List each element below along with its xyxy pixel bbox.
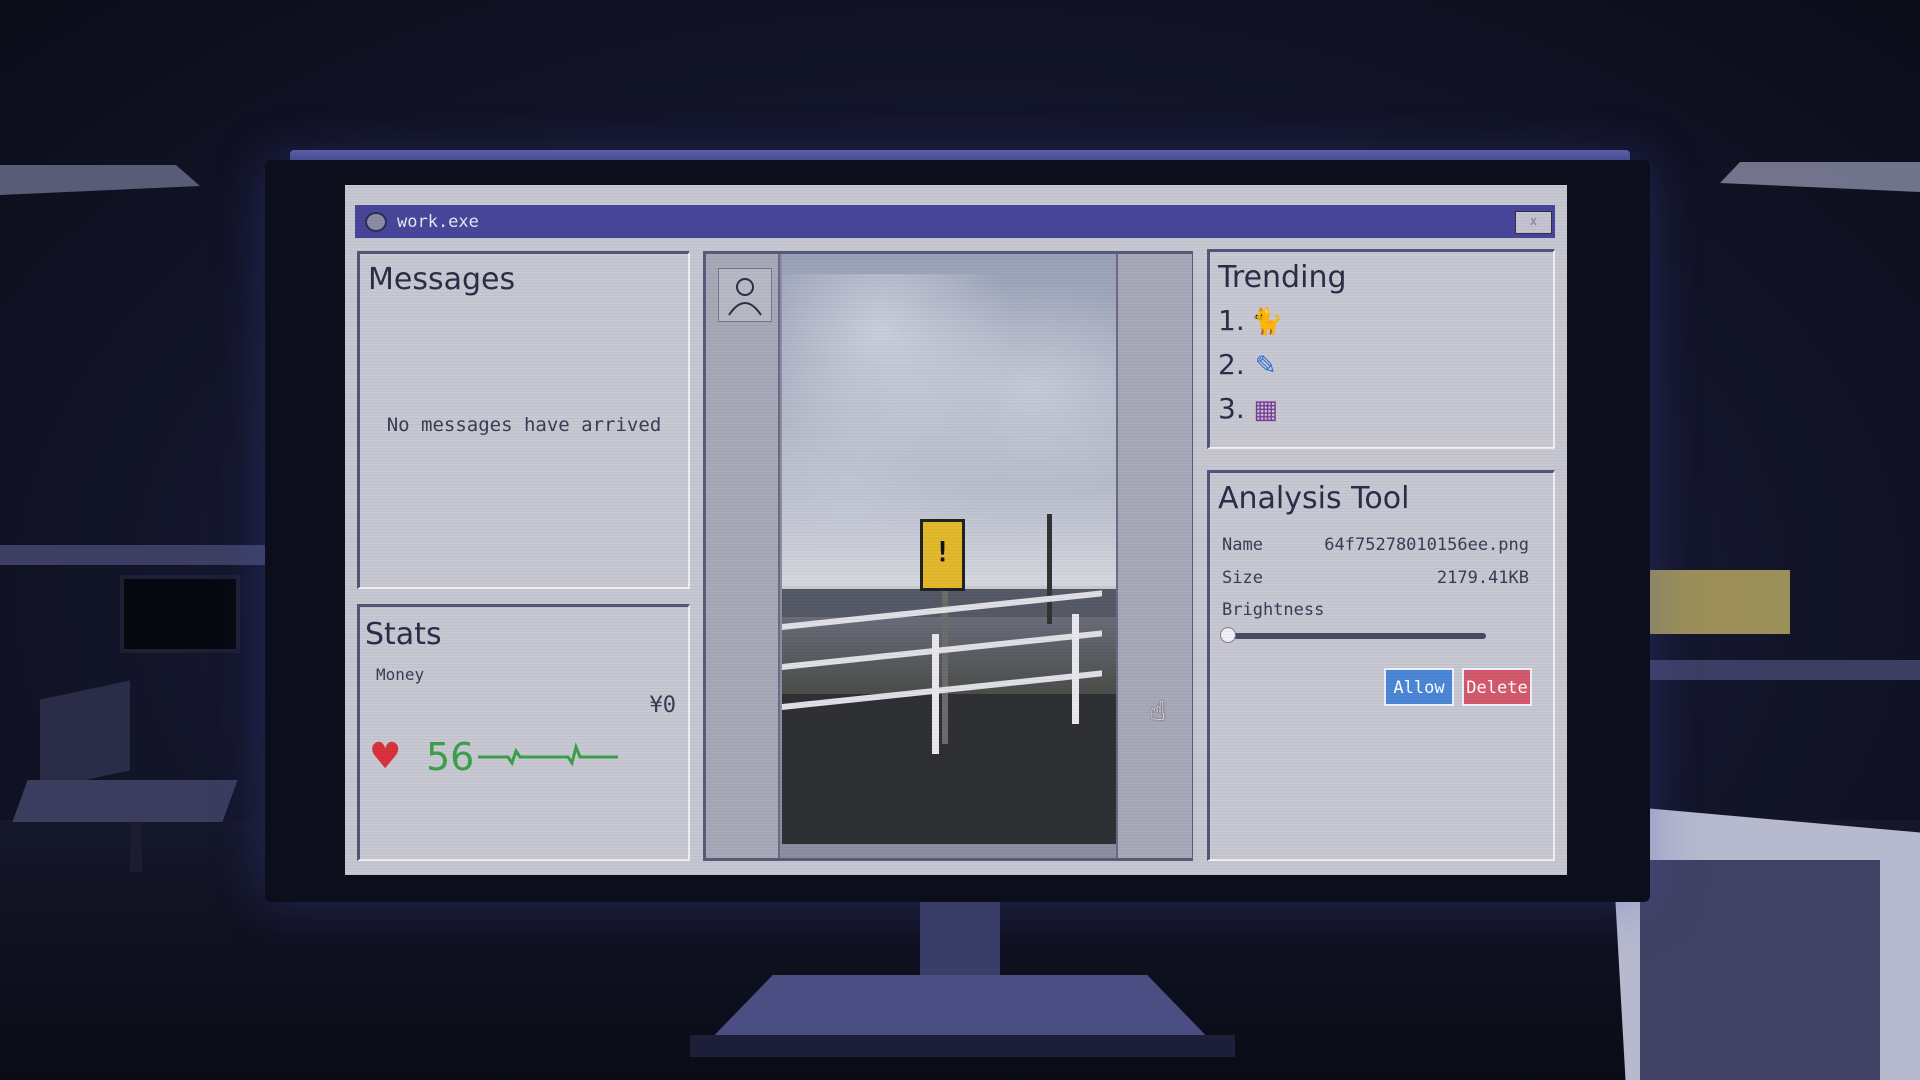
screen: work.exe x Messages No messages have arr… [345,185,1567,875]
file-name-label: Name [1222,535,1263,555]
messages-empty-text: No messages have arrived [386,414,662,436]
brightness-label: Brightness [1222,600,1325,620]
trending-item[interactable]: 1. 🐈 [1218,304,1284,337]
book-stack-icon: ▦ [1253,395,1278,425]
close-button[interactable]: x [1515,211,1552,234]
trending-title: Trending [1218,260,1347,295]
photo-ground [782,694,1116,844]
window-title: work.exe [397,212,479,232]
photo-railing-post [1072,614,1079,724]
monitor-stand-base [690,1035,1235,1057]
ceiling-light-right [1720,162,1920,192]
money-label: Money [376,665,425,684]
messages-title: Messages [368,262,516,297]
trending-item[interactable]: 3. ▦ [1218,392,1281,425]
analysis-tool-panel: Analysis Tool Name 64f75278010156ee.png … [1207,470,1555,861]
image-viewer: ! [703,251,1193,861]
file-size-label: Size [1222,568,1263,588]
money-value: ¥0 [649,693,677,718]
hand-cursor-icon: ☝ [1150,697,1166,727]
stats-title: Stats [365,617,442,652]
monitor-stand-neck [920,902,1000,982]
delete-button[interactable]: Delete [1462,668,1532,706]
trending-rank: 1. [1218,304,1245,337]
analysis-title: Analysis Tool [1218,481,1410,516]
trending-rank: 3. [1218,392,1245,425]
viewer-right-bar [1116,254,1192,858]
file-size-value: 2179.41KB [1436,568,1529,588]
trending-item[interactable]: 2. ✎ [1218,348,1281,381]
allow-button[interactable]: Allow [1384,668,1454,706]
trending-panel: Trending 1. 🐈 2. ✎ 3. ▦ [1207,249,1555,449]
office-chair [12,680,238,880]
stats-panel: Stats Money ¥0 ♥ 56 [357,604,690,861]
ceiling-light-left [0,165,200,195]
health-value: 56 [426,735,475,779]
background-monitor-left [120,575,240,653]
messages-panel: Messages No messages have arrived [357,251,690,589]
brightness-slider[interactable] [1224,633,1486,639]
heart-icon: ♥ [372,731,399,782]
file-name-value: 64f75278010156ee.png [1324,535,1529,555]
user-icon [728,278,762,316]
app-icon [365,212,387,232]
submitted-photo: ! [782,254,1116,844]
desk-left [0,545,265,565]
chair-seat [12,780,238,822]
viewer-left-bar [706,254,780,858]
chair-back [40,680,130,790]
pen-icon: ✎ [1254,351,1277,381]
brightness-slider-thumb[interactable] [1220,627,1236,643]
foreground-panel-inner [1640,860,1880,1080]
chair-leg [130,822,142,872]
trending-rank: 2. [1218,348,1245,381]
window-titlebar[interactable]: work.exe x [355,205,1555,238]
warning-sign-icon: ! [920,519,965,591]
cat-icon: 🐈 [1250,307,1284,337]
photo-utility-pole [1047,514,1052,624]
avatar[interactable] [718,268,772,322]
heartbeat-line-icon [478,742,618,767]
photo-railing-post [932,634,939,754]
desk-right [1650,660,1920,680]
